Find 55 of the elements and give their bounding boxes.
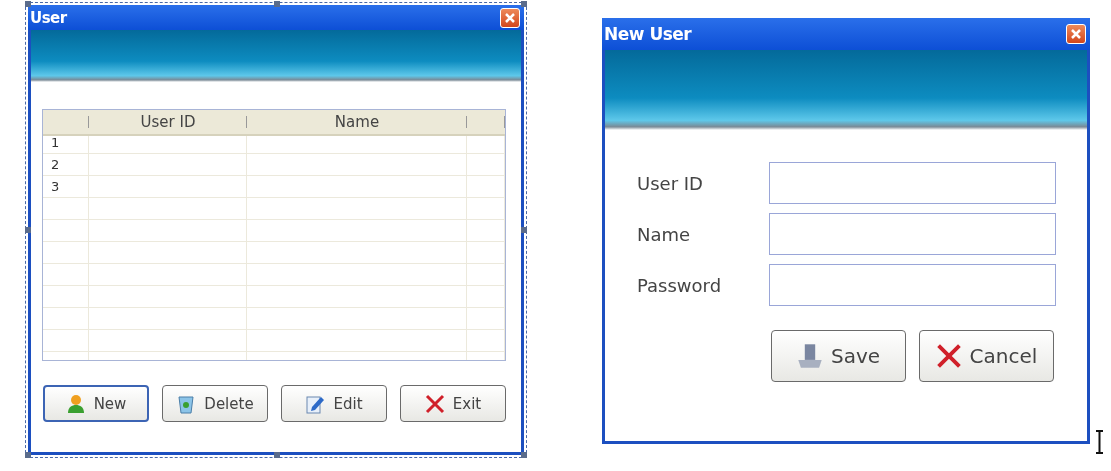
row-header: 1: [43, 132, 89, 154]
close-icon: [1070, 28, 1082, 40]
resize-handle[interactable]: [521, 1, 527, 7]
close-icon: [424, 393, 445, 414]
table-cell: [467, 264, 505, 286]
text-cursor-icon: [1096, 430, 1103, 454]
input-field[interactable]: [769, 162, 1056, 204]
close-icon: [935, 343, 962, 369]
resize-handle[interactable]: [521, 227, 527, 233]
cancel-button[interactable]: Cancel: [919, 330, 1054, 382]
table-cell: [467, 242, 505, 264]
input-field[interactable]: [769, 264, 1056, 306]
disk-drive-icon: [796, 343, 823, 369]
resize-handle[interactable]: [25, 452, 31, 458]
field-label: User ID: [637, 172, 704, 194]
row-header: [43, 264, 89, 286]
delete-button[interactable]: Delete: [162, 385, 268, 422]
field-label: Name: [637, 223, 692, 245]
window-title: New User: [604, 24, 692, 44]
resize-handle[interactable]: [25, 227, 31, 233]
table-cell: [467, 154, 505, 176]
edit-button[interactable]: Edit: [281, 385, 387, 422]
column-header: User ID: [89, 110, 247, 136]
row-header: [43, 308, 89, 330]
resize-handle[interactable]: [521, 452, 527, 458]
resize-handle[interactable]: [25, 1, 31, 7]
table-cell: [467, 286, 505, 308]
save-button[interactable]: Save: [771, 330, 906, 382]
row-header: [43, 242, 89, 264]
table-cell: [467, 176, 505, 198]
input-field[interactable]: [769, 213, 1056, 255]
close-button[interactable]: [1066, 24, 1086, 44]
close-icon: [504, 11, 516, 24]
field-label: Password: [637, 274, 723, 296]
window-title: User: [30, 8, 67, 27]
row-header: [43, 286, 89, 308]
resize-handle[interactable]: [274, 1, 280, 7]
row-header: [43, 198, 89, 220]
close-button[interactable]: [500, 7, 520, 28]
row-header: 2: [43, 154, 89, 176]
column-header: [467, 110, 505, 136]
row-header: [43, 220, 89, 242]
table-cell: [467, 198, 505, 220]
person-icon: [65, 393, 86, 414]
recycle-bin-icon: [176, 393, 197, 414]
column-header: Name: [247, 110, 467, 136]
resize-handle[interactable]: [274, 452, 280, 458]
row-header: 3: [43, 176, 89, 198]
pencil-note-icon: [305, 393, 326, 414]
exit-button[interactable]: Exit: [400, 385, 506, 422]
table-cell: [467, 308, 505, 330]
new-button[interactable]: New: [43, 385, 149, 422]
table-cell: [467, 330, 505, 352]
column-header: [43, 110, 89, 136]
table-cell: [467, 220, 505, 242]
